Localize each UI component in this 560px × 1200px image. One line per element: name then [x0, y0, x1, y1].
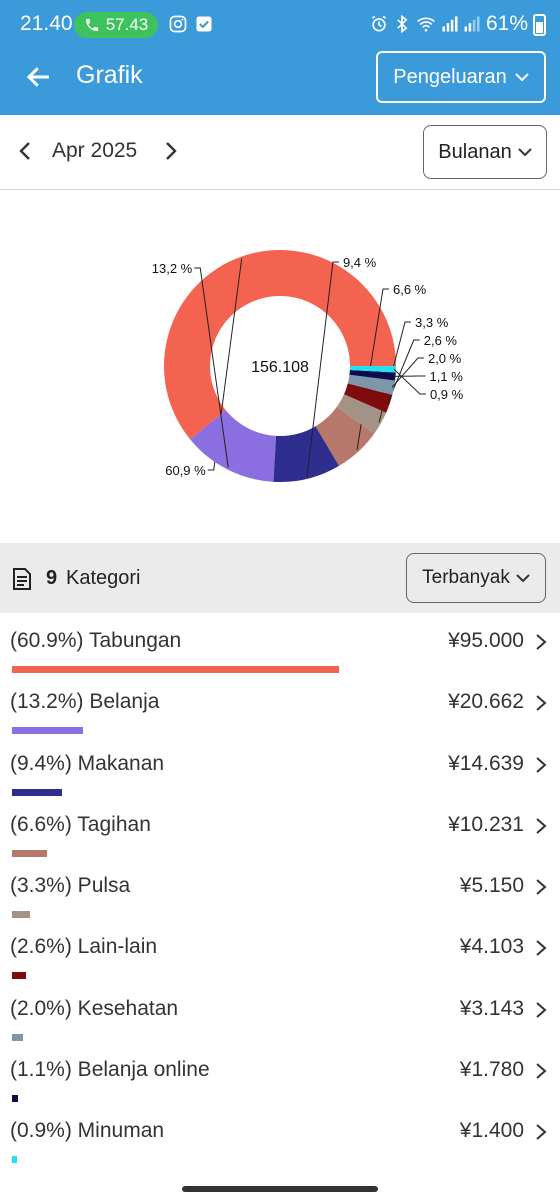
category-bar [12, 849, 47, 857]
slice-label: 3,3 % [415, 315, 449, 330]
category-amount: ¥5.150 [459, 874, 524, 898]
slice-leader-line [393, 368, 426, 395]
chevron-right-icon [536, 634, 547, 650]
type-dropdown-label: Pengeluaran [393, 65, 507, 88]
category-list: (60.9%) Tabungan ¥95.000 (13.2%) Belanja ¥2… [0, 613, 560, 1165]
range-dropdown[interactable]: Bulanan [423, 125, 547, 179]
category-row[interactable]: (6.6%) Tagihan ¥10.231 [0, 797, 560, 858]
category-amount: ¥4.103 [459, 935, 524, 959]
donut-center-total: 156.108 [251, 359, 309, 376]
category-bar [12, 666, 339, 673]
category-row[interactable]: (1.1%) Belanja online ¥1.780 [0, 1042, 560, 1103]
chevron-right-icon [536, 756, 547, 773]
category-amount: ¥20.662 [448, 690, 524, 714]
category-bar [12, 972, 26, 980]
alarm-icon [371, 15, 387, 32]
instagram-icon [169, 15, 187, 33]
category-name: (1.1%) Belanja online [10, 1058, 210, 1082]
chevron-right-icon [536, 1063, 547, 1079]
slice-label: 13,2 % [152, 261, 193, 276]
prev-month-chevron-icon[interactable] [14, 139, 38, 163]
chevron-down-icon [517, 148, 532, 157]
current-month: Apr 2025 [52, 139, 138, 162]
category-name: (3.3%) Pulsa [10, 874, 131, 898]
chevron-right-icon [536, 940, 547, 957]
bluetooth-icon [397, 14, 408, 34]
category-row[interactable]: (0.9%) Minuman ¥1.400 [0, 1103, 560, 1164]
call-timer: 57.43 [105, 15, 149, 34]
category-bar [12, 1033, 23, 1041]
donut-chart[interactable]: 60,9 % 13,2 % 9,4 % 6,6 % 3,3 % 2,6 % 2,0 % 1,1… [0, 190, 560, 542]
slice-label: 1,1 % [430, 369, 464, 384]
period-selector: Apr 2025 Bulanan [0, 115, 560, 190]
category-row[interactable]: (60.9%) Tabungan ¥95.000 [0, 613, 560, 674]
category-row[interactable]: (9.4%) Makanan ¥14.639 [0, 736, 560, 797]
sort-dropdown-label: Terbanyak [422, 567, 510, 588]
category-amount: ¥10.231 [448, 812, 524, 836]
battery-icon [533, 14, 546, 36]
category-row[interactable]: (2.0%) Kesehatan ¥3.143 [0, 981, 560, 1042]
phone-icon [85, 19, 98, 31]
category-name: (2.6%) Lain-lain [10, 935, 158, 959]
category-name: (9.4%) Makanan [10, 751, 165, 775]
category-amount: ¥95.000 [448, 629, 524, 652]
category-amount: ¥1.400 [459, 1119, 524, 1143]
category-row[interactable]: (3.3%) Pulsa ¥5.150 [0, 858, 560, 919]
category-header: 9 Kategori Terbanyak [0, 543, 560, 613]
slice-label: 2,6 % [424, 333, 458, 348]
status-time: 21.40 [20, 12, 73, 35]
category-bar [12, 1095, 18, 1103]
category-name: (6.6%) Tagihan [10, 812, 151, 836]
gesture-nav-handle[interactable] [182, 1186, 378, 1192]
status-bar: 21.40 57.43 61% [0, 0, 560, 50]
chevron-right-icon [536, 695, 547, 712]
type-dropdown[interactable]: Pengeluaran [376, 51, 546, 103]
range-dropdown-label: Bulanan [438, 140, 512, 163]
signal-2-icon [464, 16, 480, 32]
category-row[interactable]: (2.6%) Lain-lain ¥4.103 [0, 919, 560, 980]
slice-label: 2,0 % [428, 351, 462, 366]
category-name: (0.9%) Minuman [10, 1119, 165, 1143]
category-name: (60.9%) Tabungan [10, 629, 182, 652]
chevron-right-icon [536, 1124, 547, 1141]
slice-label: 0,9 % [430, 387, 464, 402]
battery-level: 61% [486, 12, 529, 35]
header: 21.40 57.43 61% Grafik Pengeluaran [0, 0, 560, 115]
next-month-chevron-icon[interactable] [158, 139, 182, 163]
wifi-icon [417, 17, 435, 32]
checkbox-notification-icon [196, 16, 212, 32]
category-amount: ¥1.780 [459, 1058, 524, 1082]
category-bar [12, 1156, 17, 1164]
category-amount: ¥3.143 [459, 996, 524, 1020]
chevron-down-icon [515, 73, 529, 82]
category-name: (2.0%) Kesehatan [10, 996, 179, 1020]
category-label: Kategori [66, 567, 141, 589]
back-arrow-icon[interactable] [24, 62, 54, 92]
category-name: (13.2%) Belanja [10, 690, 160, 714]
chevron-right-icon [536, 879, 547, 895]
slice-label: 6,6 % [393, 282, 427, 297]
category-row[interactable]: (13.2%) Belanja ¥20.662 [0, 674, 560, 735]
call-indicator[interactable]: 57.43 [74, 12, 158, 38]
chevron-right-icon [536, 1002, 547, 1018]
category-count: 9 [46, 567, 58, 589]
donut-chart-svg: 60,9 % 13,2 % 9,4 % 6,6 % 3,3 % 2,6 % 2,0 % 1,1… [152, 250, 464, 482]
signal-icon [442, 16, 458, 32]
chevron-down-icon [516, 574, 530, 583]
sort-dropdown[interactable]: Terbanyak [406, 553, 546, 603]
chevron-right-icon [536, 818, 547, 834]
category-amount: ¥14.639 [448, 751, 524, 775]
document-list-icon [13, 568, 31, 590]
category-bar [12, 727, 83, 735]
slice-label: 9,4 % [343, 255, 377, 270]
slice-label: 60,9 % [165, 463, 206, 478]
category-bar [12, 911, 30, 919]
app-bar: Grafik Pengeluaran [0, 50, 560, 115]
category-bar [12, 788, 62, 796]
page-title: Grafik [76, 61, 143, 89]
